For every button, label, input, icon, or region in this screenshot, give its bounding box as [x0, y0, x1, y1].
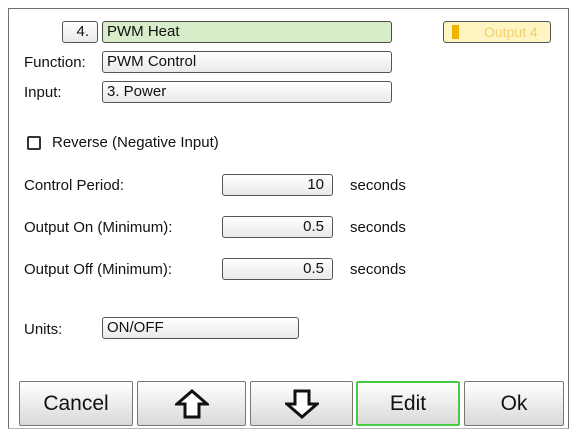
- item-index-field[interactable]: 4.: [62, 21, 98, 43]
- reverse-label[interactable]: Reverse (Negative Input): [52, 134, 219, 152]
- item-name-value: PWM Heat: [107, 23, 180, 40]
- item-index-value: 4.: [76, 23, 89, 40]
- input-value: 3. Power: [107, 83, 167, 100]
- output-on-unit: seconds: [350, 219, 406, 236]
- arrow-up-icon: [174, 388, 209, 418]
- function-value: PWM Control: [107, 53, 197, 70]
- control-period-value: 10: [307, 176, 324, 193]
- edit-button[interactable]: Edit: [356, 381, 460, 426]
- reverse-checkbox[interactable]: [27, 136, 41, 150]
- output-status-badge: Output 4: [443, 21, 551, 43]
- function-label: Function:: [24, 54, 86, 71]
- units-select[interactable]: ON/OFF: [102, 317, 299, 339]
- control-period-field[interactable]: 10: [222, 174, 333, 196]
- control-period-label: Control Period:: [24, 177, 125, 194]
- output-off-unit: seconds: [350, 261, 406, 278]
- item-name-field[interactable]: PWM Heat: [102, 21, 392, 43]
- cancel-button-label: Cancel: [43, 392, 109, 415]
- ok-button-label: Ok: [500, 392, 528, 415]
- units-value: ON/OFF: [107, 319, 164, 336]
- input-select[interactable]: 3. Power: [102, 81, 392, 103]
- output-on-label: Output On (Minimum):: [24, 219, 173, 236]
- ok-button[interactable]: Ok: [464, 381, 564, 426]
- output-off-label: Output Off (Minimum):: [24, 261, 173, 278]
- control-period-unit: seconds: [350, 177, 406, 194]
- units-label: Units:: [24, 321, 63, 338]
- output-off-value: 0.5: [303, 260, 324, 277]
- edit-button-label: Edit: [389, 392, 427, 415]
- function-select[interactable]: PWM Control: [102, 51, 392, 73]
- status-indicator-bar: [452, 25, 459, 39]
- output-off-field[interactable]: 0.5: [222, 258, 333, 280]
- output-on-value: 0.5: [303, 218, 324, 235]
- input-label: Input:: [24, 84, 62, 101]
- status-badge-label: Output 4: [484, 24, 538, 40]
- arrow-down-icon: [284, 389, 319, 419]
- output-on-field[interactable]: 0.5: [222, 216, 333, 238]
- cancel-button[interactable]: Cancel: [19, 381, 133, 426]
- move-down-button[interactable]: [250, 381, 353, 426]
- move-up-button[interactable]: [137, 381, 246, 426]
